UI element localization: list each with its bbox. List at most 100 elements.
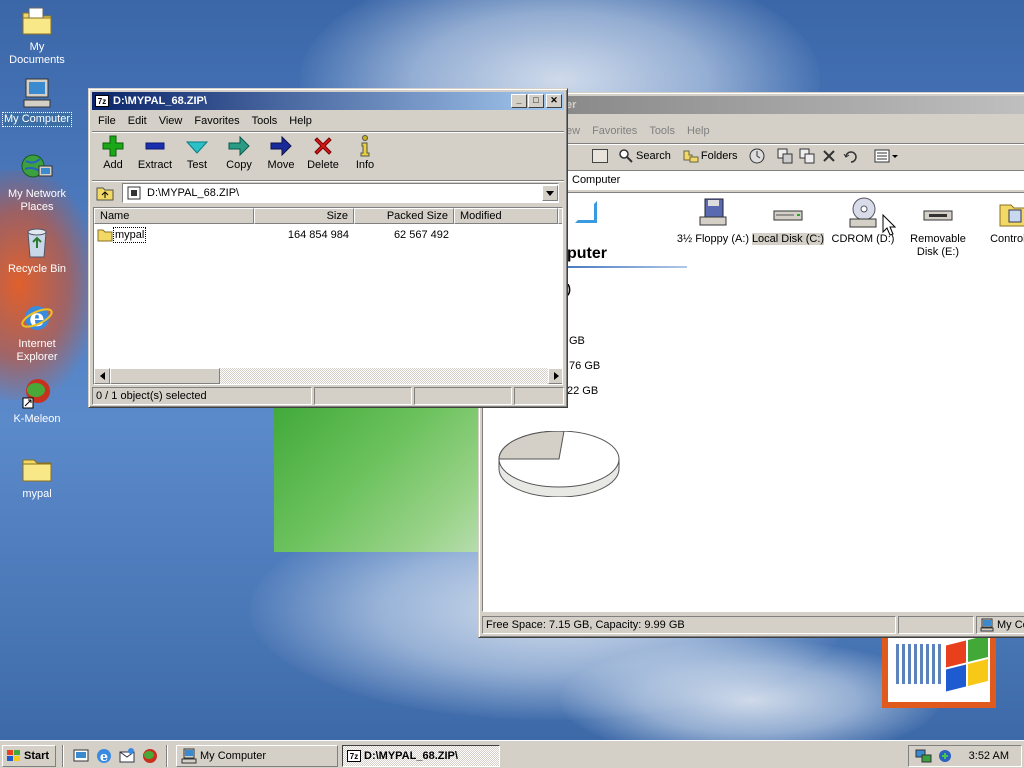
table-row[interactable]: mypal 164 854 984 62 567 492 (94, 227, 562, 243)
menu-view[interactable]: View (153, 115, 189, 127)
column-header-extra[interactable] (558, 208, 562, 224)
check-arrow-icon (185, 141, 209, 154)
computer-small-icon (181, 748, 197, 764)
menu-favorites[interactable]: Favorites (188, 115, 245, 127)
disk-info-line: 22 GB (567, 385, 599, 397)
plus-icon (102, 135, 124, 157)
svg-text:e: e (29, 303, 44, 332)
removable-disk-icon (923, 210, 953, 221)
up-folder-icon[interactable] (96, 185, 114, 201)
combo-dropdown-button[interactable] (542, 185, 558, 201)
column-header-packed-size[interactable]: Packed Size (354, 208, 454, 224)
zip-titlebar[interactable]: 7z D:\MYPAL_68.ZIP\ _ □ ✕ (92, 92, 564, 110)
delete-button[interactable]: Delete (302, 132, 344, 171)
desktop-icon-my-documents[interactable]: My Documents (0, 4, 74, 67)
status-pane (514, 387, 564, 405)
extract-button[interactable]: Extract (134, 132, 176, 171)
folders-button[interactable]: Folders (683, 148, 738, 164)
internet-explorer-icon: e (21, 303, 53, 332)
taskbar-separator (166, 745, 168, 767)
menu-edit[interactable]: Edit (122, 115, 153, 127)
info-icon (360, 135, 370, 157)
search-icon (619, 148, 633, 163)
zip-statusbar: 0 / 1 object(s) selected (92, 387, 564, 405)
svg-text:e: e (100, 750, 108, 765)
explorer-address-bar[interactable]: Computer (567, 170, 1024, 190)
desktop-icon-internet-explorer[interactable]: e Internet Explorer (0, 301, 74, 364)
network-tray-icon[interactable] (915, 748, 933, 764)
menu-tools[interactable]: Tools (246, 115, 284, 127)
clock[interactable]: 3:52 AM (969, 750, 1009, 762)
zip-archive-window[interactable]: 7z D:\MYPAL_68.ZIP\ _ □ ✕ File Edit View… (88, 88, 568, 408)
folder-documents-icon (22, 7, 52, 35)
desktop-icon-mypal[interactable]: mypal (0, 451, 74, 501)
floppy-drive-icon (699, 198, 727, 226)
views-icon[interactable] (874, 147, 898, 165)
windows-logo (882, 635, 996, 708)
drive-floppy-a[interactable]: 3½ Floppy (A:) (673, 197, 753, 246)
add-button[interactable]: Add (92, 132, 134, 171)
taskbar-separator (62, 745, 64, 767)
internet-explorer-quicklaunch-icon[interactable]: e (95, 747, 113, 765)
task-button-zip[interactable]: 7z D:\MYPAL_68.ZIP\ (342, 745, 500, 767)
7zip-icon: 7z (347, 750, 361, 762)
wallpaper-green-pane (274, 400, 484, 552)
menu-help[interactable]: Help (283, 115, 318, 127)
desktop-icon-my-network-places[interactable]: My Network Places (0, 151, 74, 214)
disk-usage-pie (498, 431, 620, 497)
desktop-icon-recycle-bin[interactable]: Recycle Bin (0, 226, 74, 276)
scroll-left-button[interactable] (94, 368, 110, 384)
history-icon[interactable] (748, 147, 766, 165)
horizontal-scrollbar[interactable] (94, 368, 562, 384)
delete-icon[interactable] (820, 147, 838, 165)
minimize-button[interactable]: _ (511, 94, 527, 108)
taskbar: Start e My Computer 7z D:\MYPAL_68.ZIP\ … (0, 740, 1024, 768)
scroll-right-button[interactable] (548, 368, 562, 384)
system-tray: 3:52 AM (908, 745, 1022, 767)
outlook-express-icon[interactable] (118, 747, 136, 765)
k-meleon-quicklaunch-icon[interactable] (141, 747, 159, 765)
desktop-icon-my-computer[interactable]: My Computer (0, 76, 74, 127)
desktop-icon-k-meleon[interactable]: K-Meleon (0, 376, 74, 426)
show-desktop-icon[interactable] (72, 747, 90, 765)
maximize-button[interactable]: □ (528, 94, 544, 108)
start-button[interactable]: Start (2, 745, 56, 767)
row-size: 164 854 984 (287, 229, 349, 241)
hard-disk-icon (773, 210, 803, 221)
task-button-my-computer[interactable]: My Computer (176, 745, 338, 767)
arrow-right-icon (270, 135, 292, 157)
menu-help[interactable]: Help (681, 125, 716, 137)
move-button[interactable]: Move (260, 132, 302, 171)
arrow-right-icon (228, 135, 250, 157)
zip-address-combo[interactable]: D:\MYPAL_68.ZIP\ (122, 183, 559, 203)
arrow-left-icon (99, 372, 105, 380)
close-button[interactable]: ✕ (546, 94, 562, 108)
disk-info-line: .76 GB (566, 360, 601, 372)
search-button[interactable]: Search (618, 148, 671, 164)
info-button[interactable]: Info (344, 132, 386, 171)
file-list[interactable]: Name Size Packed Size Modified mypal 164… (93, 207, 563, 385)
drive-control-panel[interactable]: Control P (973, 197, 1024, 246)
up-folder-icon[interactable] (592, 148, 608, 163)
chevron-down-icon (546, 190, 554, 196)
column-header-size[interactable]: Size (254, 208, 354, 224)
safely-remove-tray-icon[interactable] (937, 748, 953, 764)
menu-tools[interactable]: Tools (643, 125, 681, 137)
computer-icon (23, 78, 51, 108)
test-button[interactable]: Test (176, 132, 218, 171)
column-header-name[interactable]: Name (94, 208, 254, 224)
menu-favorites[interactable]: Favorites (586, 125, 643, 137)
copy-button[interactable]: Copy (218, 132, 260, 171)
column-header-modified[interactable]: Modified (454, 208, 558, 224)
address-value: D:\MYPAL_68.ZIP\ (147, 187, 240, 199)
menu-file[interactable]: File (92, 115, 122, 127)
undo-icon[interactable] (842, 147, 860, 165)
scroll-thumb[interactable] (110, 368, 220, 384)
move-to-icon[interactable] (776, 147, 794, 165)
drive-local-disk-c[interactable]: Local Disk (C:) (748, 197, 828, 246)
copy-to-icon[interactable] (798, 147, 816, 165)
drive-label: Local Disk (C:) (751, 233, 825, 245)
archive-icon (127, 186, 141, 200)
drive-removable-e[interactable]: Removable Disk (E:) (898, 197, 978, 259)
explorer-heading: puter (567, 245, 607, 262)
